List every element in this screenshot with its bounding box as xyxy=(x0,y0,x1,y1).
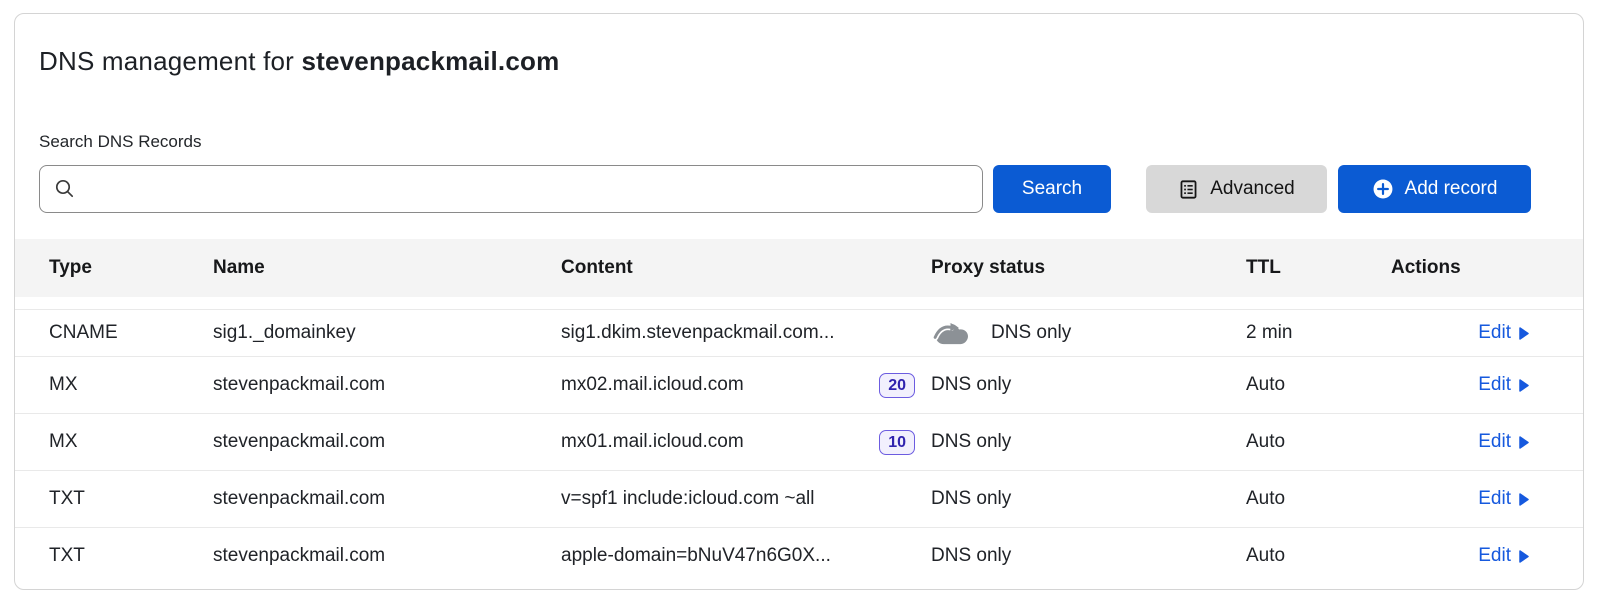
record-type: CNAME xyxy=(49,322,213,344)
record-type: TXT xyxy=(49,488,213,510)
proxy-status-text: DNS only xyxy=(991,322,1071,344)
record-content: mx02.mail.icloud.com 20 xyxy=(561,373,931,398)
column-header-type: Type xyxy=(49,257,213,279)
list-document-icon xyxy=(1178,179,1199,200)
record-ttl: Auto xyxy=(1246,488,1391,510)
record-content-text: apple-domain=bNuV47n6G0X... xyxy=(561,545,831,567)
record-content-text: sig1.dkim.stevenpackmail.com... xyxy=(561,322,835,344)
record-ttl: Auto xyxy=(1246,545,1391,567)
record-actions: Edit xyxy=(1391,545,1559,567)
edit-arrow-icon xyxy=(1519,379,1529,392)
record-name: stevenpackmail.com xyxy=(213,488,561,510)
edit-button-label: Edit xyxy=(1478,374,1511,396)
record-actions: Edit xyxy=(1391,322,1559,344)
record-name: stevenpackmail.com xyxy=(213,374,561,396)
advanced-button[interactable]: Advanced xyxy=(1146,165,1327,213)
edit-button[interactable]: Edit xyxy=(1478,488,1529,510)
edit-button-label: Edit xyxy=(1478,545,1511,567)
record-proxy-status: DNS only xyxy=(931,319,1246,348)
priority-badge: 10 xyxy=(879,430,915,455)
table-body: CNAME sig1._domainkey sig1.dkim.stevenpa… xyxy=(15,309,1583,584)
edit-button[interactable]: Edit xyxy=(1478,545,1529,567)
edit-arrow-icon xyxy=(1519,493,1529,506)
column-header-ttl: TTL xyxy=(1246,257,1391,279)
record-proxy-status: DNS only xyxy=(931,374,1246,396)
record-content-text: v=spf1 include:icloud.com ~all xyxy=(561,488,814,510)
record-proxy-status: DNS only xyxy=(931,431,1246,453)
proxy-status-text: DNS only xyxy=(931,545,1011,567)
page-title: DNS management for stevenpackmail.com xyxy=(39,46,1559,77)
record-content-text: mx02.mail.icloud.com xyxy=(561,374,744,396)
table-row: TXT stevenpackmail.com apple-domain=bNuV… xyxy=(15,527,1583,584)
table-header-row: Type Name Content Proxy status TTL Actio… xyxy=(15,239,1583,297)
column-header-name: Name xyxy=(213,257,561,279)
edit-button-label: Edit xyxy=(1478,431,1511,453)
record-content-text: mx01.mail.icloud.com xyxy=(561,431,744,453)
search-button[interactable]: Search xyxy=(993,165,1111,213)
plus-circle-icon xyxy=(1372,178,1394,200)
record-type: MX xyxy=(49,431,213,453)
table-row: MX stevenpackmail.com mx01.mail.icloud.c… xyxy=(15,413,1583,470)
record-name: stevenpackmail.com xyxy=(213,431,561,453)
record-proxy-status: DNS only xyxy=(931,545,1246,567)
record-content: apple-domain=bNuV47n6G0X... xyxy=(561,545,931,567)
edit-arrow-icon xyxy=(1519,436,1529,449)
column-header-content: Content xyxy=(561,257,931,279)
add-record-button[interactable]: Add record xyxy=(1338,165,1531,213)
record-content: mx01.mail.icloud.com 10 xyxy=(561,430,931,455)
dns-records-table: Type Name Content Proxy status TTL Actio… xyxy=(15,239,1583,584)
record-ttl: Auto xyxy=(1246,374,1391,396)
edit-button[interactable]: Edit xyxy=(1478,374,1529,396)
dns-only-cloud-icon xyxy=(931,319,976,348)
edit-button-label: Edit xyxy=(1478,488,1511,510)
search-icon xyxy=(54,178,76,200)
record-type: MX xyxy=(49,374,213,396)
record-proxy-status: DNS only xyxy=(931,488,1246,510)
search-input[interactable] xyxy=(39,165,983,213)
record-content: v=spf1 include:icloud.com ~all xyxy=(561,488,931,510)
search-label: Search DNS Records xyxy=(39,132,1559,152)
edit-button[interactable]: Edit xyxy=(1478,322,1529,344)
table-row: CNAME sig1._domainkey sig1.dkim.stevenpa… xyxy=(15,309,1583,356)
search-input-container xyxy=(39,165,983,213)
edit-button-label: Edit xyxy=(1478,322,1511,344)
page-title-domain: stevenpackmail.com xyxy=(301,46,559,76)
edit-arrow-icon xyxy=(1519,550,1529,563)
proxy-status-text: DNS only xyxy=(931,488,1011,510)
column-header-actions: Actions xyxy=(1391,257,1559,279)
record-ttl: Auto xyxy=(1246,431,1391,453)
edit-button[interactable]: Edit xyxy=(1478,431,1529,453)
advanced-button-label: Advanced xyxy=(1210,178,1295,200)
record-type: TXT xyxy=(49,545,213,567)
page-title-prefix: DNS management for xyxy=(39,46,301,76)
add-record-button-label: Add record xyxy=(1405,178,1498,200)
priority-badge: 20 xyxy=(879,373,915,398)
record-actions: Edit xyxy=(1391,431,1559,453)
proxy-status-text: DNS only xyxy=(931,374,1011,396)
record-name: stevenpackmail.com xyxy=(213,545,561,567)
edit-arrow-icon xyxy=(1519,327,1529,340)
record-ttl: 2 min xyxy=(1246,322,1391,344)
column-header-proxy-status: Proxy status xyxy=(931,257,1246,279)
record-actions: Edit xyxy=(1391,488,1559,510)
table-row: TXT stevenpackmail.com v=spf1 include:ic… xyxy=(15,470,1583,527)
record-content: sig1.dkim.stevenpackmail.com... xyxy=(561,322,931,344)
record-name: sig1._domainkey xyxy=(213,322,561,344)
search-toolbar: Search Advanced xyxy=(39,165,1559,213)
record-actions: Edit xyxy=(1391,374,1559,396)
dns-management-card: DNS management for stevenpackmail.com Se… xyxy=(14,13,1584,590)
table-row: MX stevenpackmail.com mx02.mail.icloud.c… xyxy=(15,356,1583,413)
proxy-status-text: DNS only xyxy=(931,431,1011,453)
